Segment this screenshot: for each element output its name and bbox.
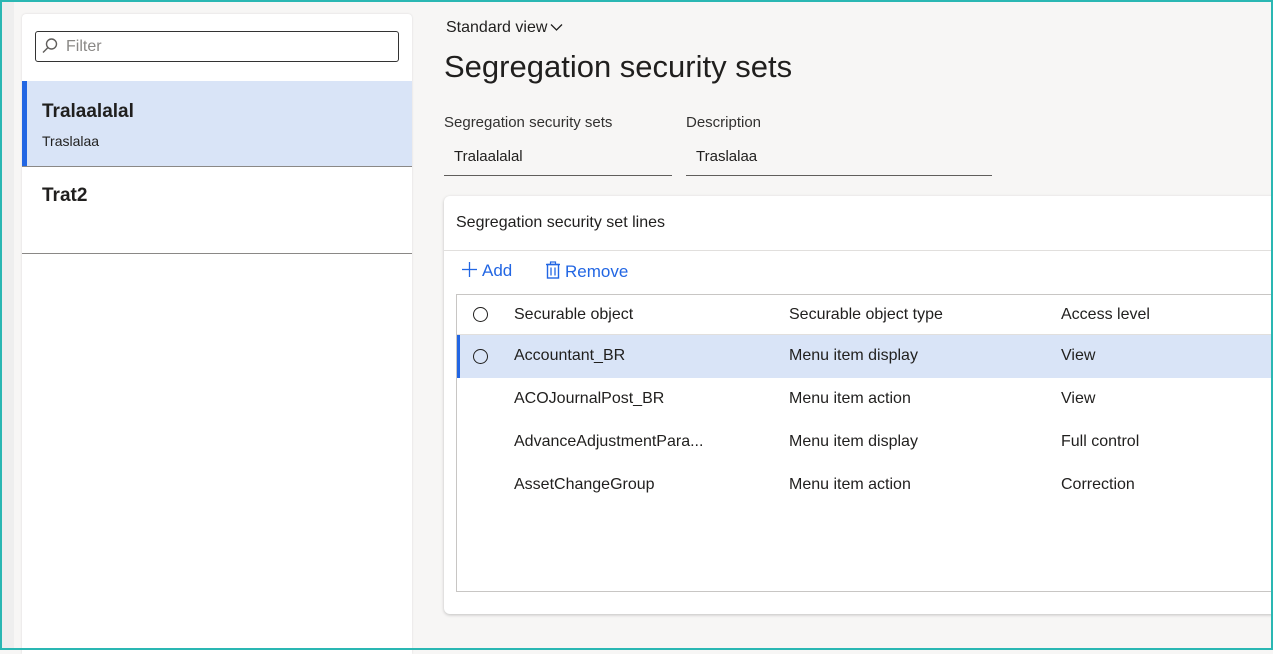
highlight-frame (0, 0, 1273, 650)
